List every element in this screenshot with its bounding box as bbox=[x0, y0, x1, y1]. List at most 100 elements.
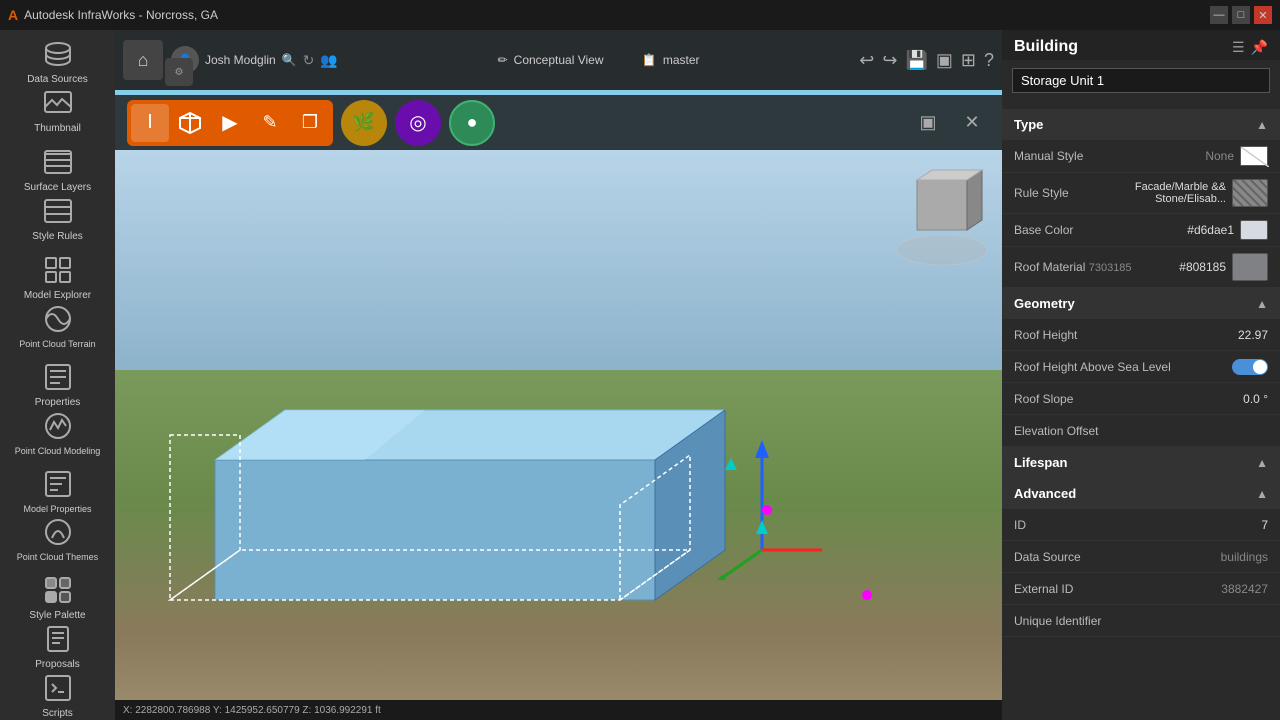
save-icon[interactable]: 💾 bbox=[905, 50, 927, 71]
select-tool-button[interactable]: I bbox=[131, 104, 169, 142]
data-source-label: Data Source bbox=[1014, 550, 1221, 564]
coordinates: X: 2282800.786988 Y: 1425952.650779 Z: 1… bbox=[123, 705, 381, 716]
crosshair-icon: ✕ bbox=[964, 112, 979, 133]
redo-icon[interactable]: ↪ bbox=[882, 50, 897, 71]
advanced-section-header[interactable]: Advanced ▲ bbox=[1002, 478, 1280, 509]
transform-gizmo[interactable] bbox=[702, 420, 822, 580]
elevation-offset-label: Elevation Offset bbox=[1014, 424, 1268, 438]
sidebar-item-point-cloud-themes[interactable]: Point Cloud Themes bbox=[8, 516, 108, 562]
manual-style-value: None bbox=[1205, 149, 1234, 163]
search-icon[interactable]: 🔍 bbox=[282, 53, 297, 67]
base-color-swatch[interactable] bbox=[1240, 220, 1268, 240]
scene-viewport[interactable] bbox=[115, 150, 1002, 700]
viewport[interactable]: ⌂ ⚙ 👤 Josh Modglin 🔍 ↻ 👥 ✏ Conceptual Vi… bbox=[115, 30, 1002, 720]
minimize-button[interactable]: — bbox=[1210, 6, 1228, 24]
analysis-tool-button[interactable]: ◎ bbox=[395, 100, 441, 146]
undo-icon[interactable]: ↩ bbox=[859, 50, 874, 71]
terrain-tool-button[interactable]: 🌿 bbox=[341, 100, 387, 146]
help-icon[interactable]: ? bbox=[984, 50, 994, 71]
sidebar-item-thumbnail[interactable]: Thumbnail bbox=[8, 87, 108, 134]
roof-material-swatch[interactable] bbox=[1232, 253, 1268, 281]
sidebar-item-surface-layers[interactable]: Surface Layers bbox=[8, 146, 108, 193]
sidebar-item-model-properties[interactable]: Model Properties bbox=[8, 468, 108, 514]
elevation-offset-row: Elevation Offset bbox=[1002, 415, 1280, 447]
geometry-section-header[interactable]: Geometry ▲ bbox=[1002, 288, 1280, 319]
sidebar-item-model-explorer[interactable]: Model Explorer bbox=[8, 254, 108, 301]
present-button[interactable]: ▣ bbox=[910, 105, 946, 141]
sidebar-item-data-sources[interactable]: Data Sources bbox=[8, 38, 108, 85]
sidebar-label-point-cloud-terrain: Point Cloud Terrain bbox=[19, 339, 95, 349]
view-tool-button[interactable]: ● bbox=[449, 100, 495, 146]
sidebar-item-point-cloud-terrain[interactable]: Point Cloud Terrain bbox=[8, 303, 108, 349]
sidebar-item-scripts[interactable]: Scripts bbox=[8, 672, 108, 719]
roof-slope-label: Roof Slope bbox=[1014, 392, 1243, 406]
sidebar-item-point-cloud-modeling[interactable]: Point Cloud Modeling bbox=[8, 410, 108, 456]
advanced-section-label: Advanced bbox=[1014, 486, 1076, 501]
building-name-input[interactable] bbox=[1012, 68, 1270, 93]
app-title: A Autodesk InfraWorks - Norcross, GA bbox=[8, 7, 218, 23]
terrain-tool-icon: 🌿 bbox=[353, 112, 375, 133]
sidebar-label-proposals: Proposals bbox=[35, 659, 79, 670]
share-icon[interactable]: ⊞ bbox=[961, 50, 976, 71]
sidebar-item-style-palette[interactable]: Style Palette bbox=[8, 574, 108, 621]
sidebar-item-proposals[interactable]: Proposals bbox=[8, 623, 108, 670]
view-circle-icon: ● bbox=[467, 112, 478, 133]
roof-height-value[interactable]: 22.97 bbox=[1238, 328, 1268, 342]
view-mode-label[interactable]: Conceptual View bbox=[514, 53, 604, 67]
view-mode: ✏ Conceptual View bbox=[498, 53, 604, 67]
people-icon[interactable]: 👥 bbox=[320, 52, 337, 69]
copy-tool-button[interactable]: ❐ bbox=[291, 104, 329, 142]
settings-button[interactable]: ⚙ bbox=[165, 58, 193, 86]
sidebar-label-point-cloud-themes: Point Cloud Themes bbox=[17, 552, 98, 562]
sidebar-label-properties: Properties bbox=[35, 397, 81, 408]
layout-icon[interactable]: ▣ bbox=[936, 50, 953, 71]
arrow-tool-button[interactable]: ▶ bbox=[211, 104, 249, 142]
selection-handle-magenta-2[interactable] bbox=[862, 590, 872, 600]
sidebar-item-style-rules[interactable]: Style Rules bbox=[8, 195, 108, 242]
username: Josh Modglin bbox=[205, 53, 276, 67]
statusbar: X: 2282800.786988 Y: 1425952.650779 Z: 1… bbox=[115, 700, 1002, 720]
cube-tool-button[interactable] bbox=[171, 104, 209, 142]
sidebar-item-properties[interactable]: Properties bbox=[8, 361, 108, 408]
panel-pin-icon[interactable]: 📌 bbox=[1251, 39, 1268, 56]
type-section-label: Type bbox=[1014, 117, 1043, 132]
refresh-icon[interactable]: ↻ bbox=[303, 52, 315, 69]
window-controls: — □ ✕ bbox=[1210, 6, 1272, 24]
close-button[interactable]: ✕ bbox=[1254, 6, 1272, 24]
lifespan-section-header[interactable]: Lifespan ▲ bbox=[1002, 447, 1280, 478]
panel-title: Building bbox=[1014, 38, 1078, 56]
manual-style-swatch[interactable] bbox=[1240, 146, 1268, 166]
rule-style-thumbnail[interactable] bbox=[1232, 179, 1268, 207]
sidebar-label-style-palette: Style Palette bbox=[29, 610, 85, 621]
crosshair-button[interactable]: ✕ bbox=[954, 105, 990, 141]
roof-slope-value[interactable]: 0.0 ° bbox=[1243, 392, 1268, 406]
id-row: ID 7 bbox=[1002, 509, 1280, 541]
top-toolbar: ⌂ ⚙ 👤 Josh Modglin 🔍 ↻ 👥 ✏ Conceptual Vi… bbox=[115, 30, 1002, 90]
panel-menu-icon[interactable]: ☰ bbox=[1232, 39, 1245, 56]
sidebar-label-point-cloud-modeling: Point Cloud Modeling bbox=[15, 446, 101, 456]
title-text: Autodesk InfraWorks - Norcross, GA bbox=[24, 8, 218, 22]
mini-preview-window bbox=[892, 160, 992, 270]
settings-icon: ⚙ bbox=[175, 67, 184, 78]
home-button[interactable]: ⌂ bbox=[123, 40, 163, 80]
pencil-tool-button[interactable]: ✎ bbox=[251, 104, 289, 142]
branch-icon: 📋 bbox=[642, 53, 657, 67]
selection-handle-magenta[interactable] bbox=[762, 505, 772, 515]
base-color-label: Base Color bbox=[1014, 223, 1187, 237]
roof-height-asl-toggle[interactable] bbox=[1232, 359, 1268, 375]
external-id-row: External ID 3882427 bbox=[1002, 573, 1280, 605]
roof-material-id: 7303185 bbox=[1089, 262, 1132, 274]
analysis-icon: ◎ bbox=[409, 110, 426, 135]
maximize-button[interactable]: □ bbox=[1232, 6, 1250, 24]
roof-height-row: Roof Height 22.97 bbox=[1002, 319, 1280, 351]
branch-info: 📋 master bbox=[642, 53, 700, 67]
branch-label[interactable]: master bbox=[663, 53, 700, 67]
type-section-header[interactable]: Type ▲ bbox=[1002, 109, 1280, 140]
data-source-value: buildings bbox=[1221, 550, 1268, 564]
roof-material-label: Roof Material 7303185 bbox=[1014, 260, 1179, 274]
properties-panel: Building ☰ 📌 Type ▲ Manual Style None bbox=[1002, 30, 1280, 720]
id-value: 7 bbox=[1261, 518, 1268, 532]
left-sidebar: Data Sources Thumbnail Surface Layers St… bbox=[0, 30, 115, 720]
view-mode-icon: ✏ bbox=[498, 53, 508, 67]
geometry-chevron-icon: ▲ bbox=[1256, 297, 1268, 311]
